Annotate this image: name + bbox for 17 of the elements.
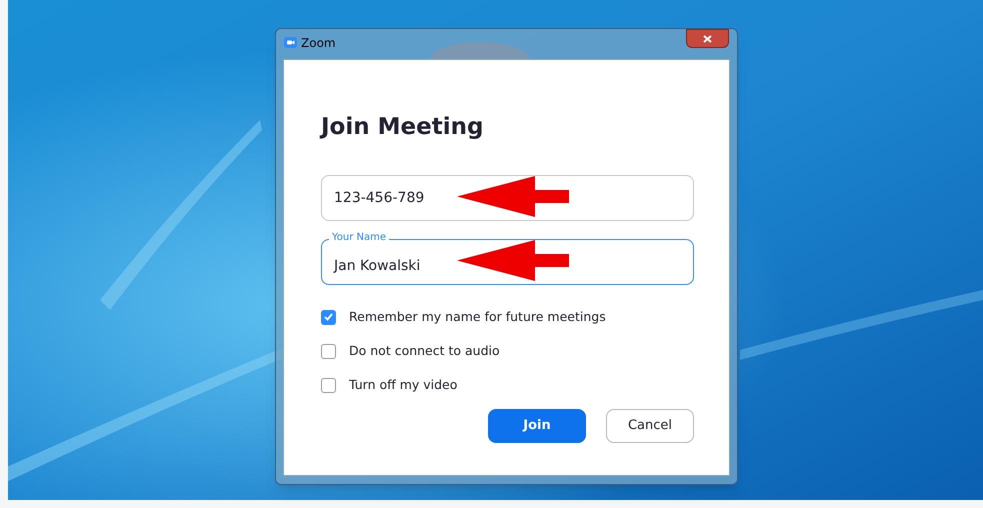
checkmark-icon xyxy=(324,313,333,321)
arrow-icon xyxy=(457,176,569,217)
video-camera-icon xyxy=(284,37,297,48)
checkbox[interactable] xyxy=(321,310,336,324)
arrow-icon xyxy=(457,240,569,281)
dialog-heading: Join Meeting xyxy=(321,113,484,142)
cancel-button[interactable]: Cancel xyxy=(606,409,694,443)
close-button[interactable] xyxy=(686,29,729,48)
input-field[interactable]: 123-456-789 xyxy=(321,175,694,221)
close-icon xyxy=(703,34,712,42)
checkbox[interactable] xyxy=(321,344,336,358)
checkbox[interactable] xyxy=(321,378,336,392)
window-title: Zoom xyxy=(301,34,336,52)
join-button[interactable]: Join xyxy=(488,409,586,443)
checkbox-label: Do not connect to audio xyxy=(349,342,500,360)
checkbox-label: Turn off my video xyxy=(349,376,458,394)
checkbox-label: Remember my name for future meetings xyxy=(349,308,606,326)
